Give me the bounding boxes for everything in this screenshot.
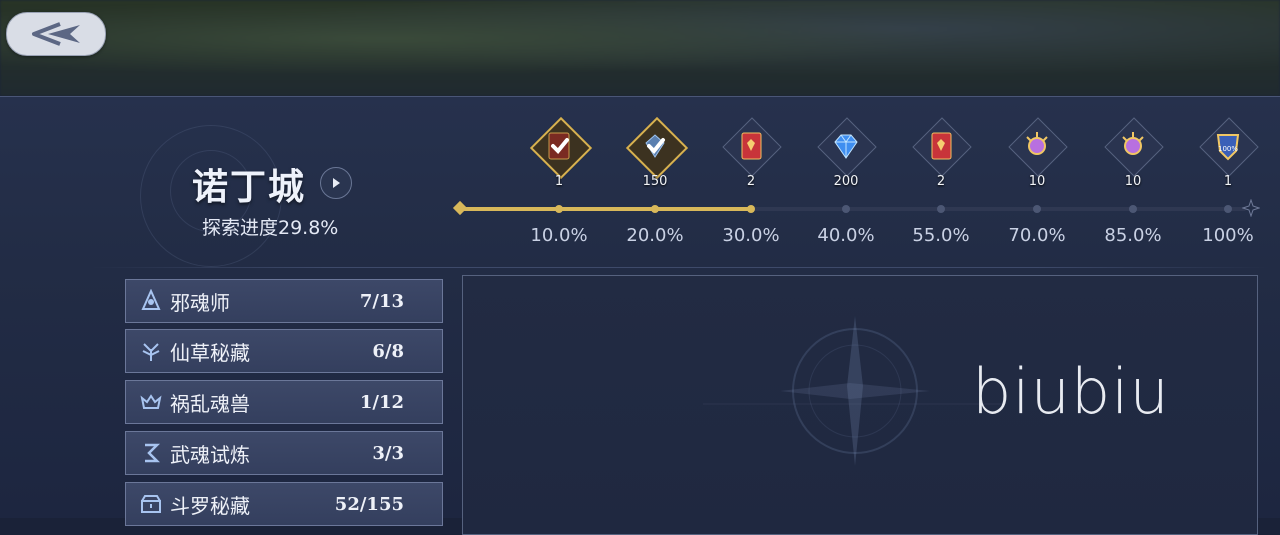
- milestone-reward-4[interactable]: [817, 117, 877, 177]
- category-label: 武魂试炼: [170, 442, 250, 467]
- reward-count: 10: [1028, 174, 1046, 189]
- category-5[interactable]: 斗罗秘藏 52/155: [125, 482, 443, 526]
- divider: [90, 267, 1270, 268]
- progress-node: [651, 205, 659, 213]
- progress-fill: [462, 207, 751, 211]
- herb-icon: [138, 338, 164, 364]
- milestone-percent: 100%: [1202, 225, 1254, 246]
- city-info-button[interactable]: [320, 167, 352, 199]
- red-tome-icon: [925, 128, 957, 164]
- reward-count: 1: [1223, 174, 1233, 189]
- book-icon: [543, 128, 575, 164]
- milestone-percent: 70.0%: [1008, 225, 1066, 246]
- milestone-percent: 10.0%: [530, 225, 588, 246]
- crystal-icon: [639, 128, 671, 164]
- category-1[interactable]: 邪魂师 7/13: [125, 279, 443, 323]
- trophy-badge-icon: 100%: [1212, 128, 1244, 164]
- category-label: 仙草秘藏: [170, 340, 250, 365]
- hooded-figure-icon: [138, 288, 164, 314]
- milestone-reward-5[interactable]: [912, 117, 972, 177]
- reward-count: 2: [746, 174, 756, 189]
- scroll-icon: [138, 440, 164, 466]
- category-label: 邪魂师: [170, 290, 230, 315]
- reward-count: 200: [833, 174, 859, 189]
- track-end-star-icon: [1242, 199, 1260, 217]
- reward-count: 2: [936, 174, 946, 189]
- svg-text:100%: 100%: [1218, 145, 1238, 153]
- category-label: 斗罗秘藏: [170, 493, 250, 518]
- category-label: 祸乱魂兽: [170, 391, 250, 416]
- milestone-percent: 20.0%: [626, 225, 684, 246]
- diamond-gem-icon: [830, 128, 862, 164]
- milestone-reward-3[interactable]: [722, 117, 782, 177]
- red-tome-icon: [735, 128, 767, 164]
- milestone-percent: 40.0%: [817, 225, 875, 246]
- milestone-reward-1[interactable]: [529, 116, 593, 180]
- reward-count: 150: [642, 174, 668, 189]
- beast-icon: [138, 389, 164, 415]
- milestone-percent: 55.0%: [912, 225, 970, 246]
- milestone-percent: 30.0%: [722, 225, 780, 246]
- map-background-top: [0, 0, 1280, 96]
- back-arrow-icon: [32, 22, 80, 46]
- progress-node: [842, 205, 850, 213]
- progress-node: [1224, 205, 1232, 213]
- category-count: 7/13: [359, 290, 404, 312]
- city-name: 诺丁城: [192, 166, 307, 208]
- category-count: 6/8: [372, 340, 404, 362]
- reward-count: 1: [554, 174, 564, 189]
- category-count: 3/3: [372, 442, 404, 464]
- category-2[interactable]: 仙草秘藏 6/8: [125, 329, 443, 373]
- milestone-reward-6[interactable]: [1008, 117, 1068, 177]
- category-4[interactable]: 武魂试炼 3/3: [125, 431, 443, 475]
- milestone-reward-2[interactable]: [625, 116, 689, 180]
- golden-orb-icon: [1117, 128, 1149, 164]
- treasure-chest-icon: [138, 491, 164, 517]
- back-button[interactable]: [6, 12, 106, 56]
- milestone-percent: 85.0%: [1104, 225, 1162, 246]
- play-icon: [333, 178, 340, 188]
- exploration-progress-text: 探索进度29.8%: [202, 217, 339, 239]
- golden-orb-icon: [1021, 128, 1053, 164]
- category-3[interactable]: 祸乱魂兽 1/12: [125, 380, 443, 424]
- progress-node: [555, 205, 563, 213]
- progress-node: [937, 205, 945, 213]
- progress-node: [1129, 205, 1137, 213]
- reward-count: 10: [1124, 174, 1142, 189]
- milestone-reward-7[interactable]: [1104, 117, 1164, 177]
- progress-node: [1033, 205, 1041, 213]
- category-count: 1/12: [359, 391, 404, 413]
- milestone-reward-8[interactable]: 100%: [1199, 117, 1259, 177]
- progress-node: [747, 205, 755, 213]
- watermark: biubiu: [972, 355, 1170, 428]
- category-count: 52/155: [334, 493, 404, 515]
